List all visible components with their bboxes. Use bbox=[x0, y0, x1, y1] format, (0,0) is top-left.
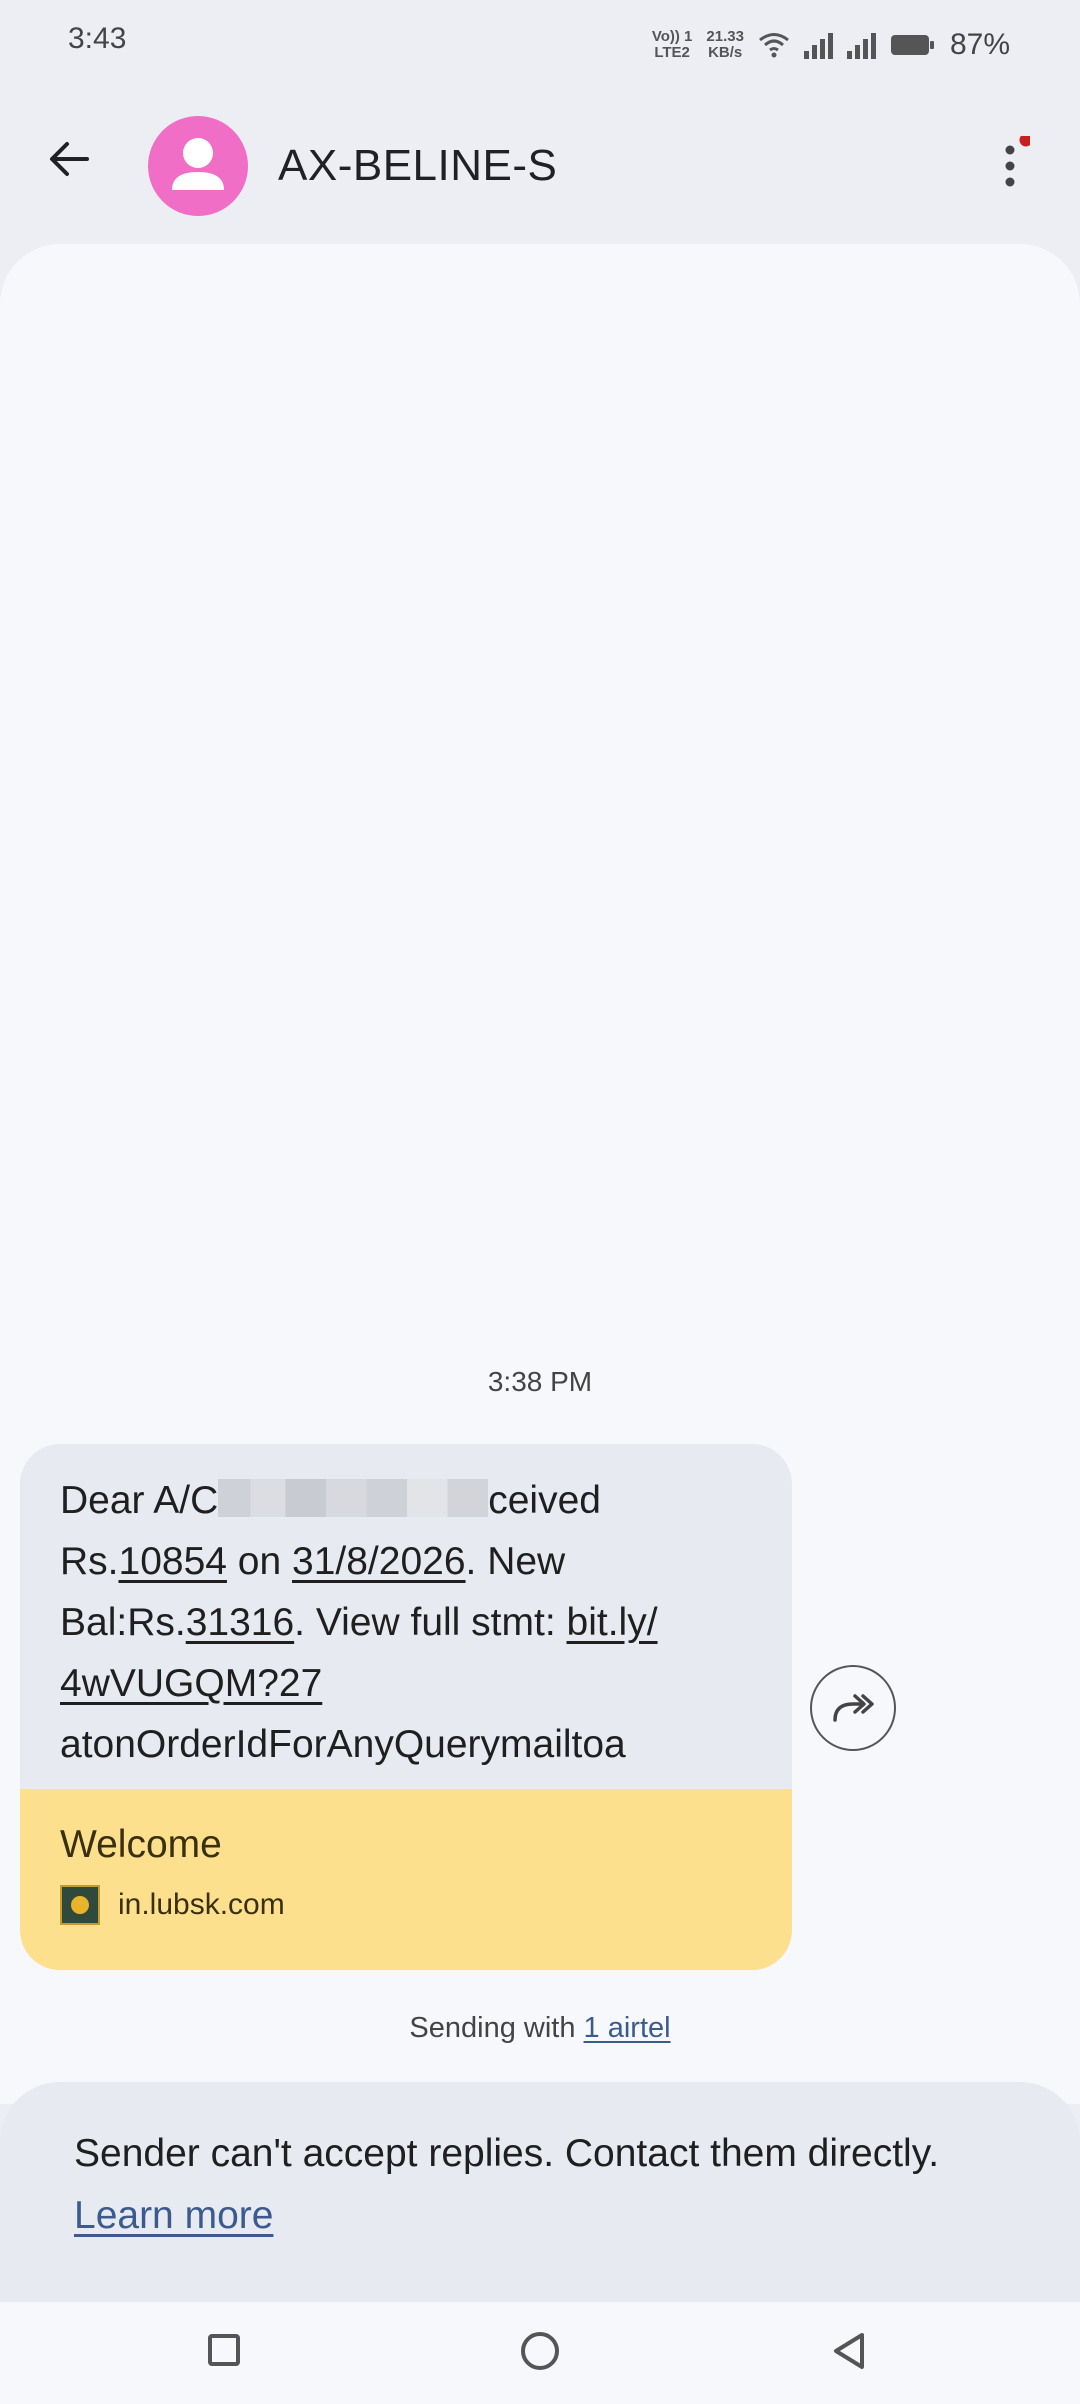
signal-sim2-icon bbox=[846, 31, 876, 59]
battery-percent: 87% bbox=[949, 28, 1010, 61]
on-text: on bbox=[226, 1540, 293, 1583]
message-text[interactable]: Dear A/C ceived Rs.10854 on 31/8/2026. Ne… bbox=[20, 1444, 792, 1769]
speed-value: 21.33 bbox=[706, 28, 744, 45]
message-line1-start: Dear A/C bbox=[60, 1479, 219, 1522]
bal-prefix: Bal:Rs. bbox=[60, 1601, 186, 1644]
amount-link[interactable]: 10854 bbox=[119, 1540, 227, 1583]
back-button[interactable] bbox=[40, 130, 98, 188]
battery-icon bbox=[890, 35, 934, 55]
arrow-back-icon bbox=[50, 142, 89, 176]
nav-back-button[interactable] bbox=[828, 2330, 870, 2372]
redacted-account bbox=[218, 1479, 489, 1517]
status-time: 3:43 bbox=[68, 22, 127, 55]
signal-sim1-icon bbox=[803, 31, 833, 59]
sending-with: Sending with 1 airtel bbox=[0, 2012, 1080, 2045]
learn-more-link[interactable]: Learn more bbox=[74, 2194, 273, 2238]
reply-notice-text: Sender can't accept replies. Contact the… bbox=[74, 2132, 940, 2175]
preview-domain: in.lubsk.com bbox=[118, 1888, 285, 1921]
new-text: . New bbox=[465, 1540, 566, 1583]
rs-prefix: Rs. bbox=[60, 1540, 119, 1583]
forward-button[interactable] bbox=[810, 1665, 896, 1751]
avatar[interactable] bbox=[148, 116, 248, 216]
statement-link-cont[interactable]: 4wVUGQM?27 bbox=[60, 1662, 322, 1705]
view-stmt-text: . View full stmt: bbox=[294, 1601, 567, 1644]
message-line5: atonOrderIdForAnyQuerymailtoa bbox=[60, 1723, 626, 1766]
sim-selector-link[interactable]: 1 airtel bbox=[584, 2012, 671, 2044]
status-icons: Vo)) 1 LTE2 21.33 KB/s 87% bbox=[652, 22, 1080, 68]
more-options-button[interactable] bbox=[990, 133, 1033, 200]
message-timestamp: 3:38 PM bbox=[487, 1366, 593, 1397]
message-bubble[interactable]: Dear A/C ceived Rs.10854 on 31/8/2026. Ne… bbox=[20, 1444, 792, 1970]
balance-link[interactable]: 31316 bbox=[186, 1601, 294, 1644]
reply-notice-panel bbox=[0, 2082, 1080, 2302]
network-speed: 21.33 KB/s bbox=[706, 29, 744, 61]
network-lte: LTE2 bbox=[654, 44, 690, 61]
date-link[interactable]: 31/8/2026 bbox=[292, 1540, 466, 1583]
triangle-back-icon bbox=[834, 2333, 864, 2369]
network-type: Vo)) 1 LTE2 bbox=[652, 29, 693, 61]
person-icon bbox=[172, 138, 224, 190]
recents-button[interactable] bbox=[208, 2334, 240, 2366]
forward-icon bbox=[833, 1694, 874, 1722]
contact-name: AX-BELINE-S bbox=[278, 141, 558, 190]
more-vert-icon bbox=[1005, 133, 1033, 187]
sending-with-label: Sending with bbox=[409, 2012, 584, 2044]
link-preview[interactable]: Welcome in.lubsk.com bbox=[20, 1789, 792, 1970]
home-button[interactable] bbox=[521, 2332, 559, 2370]
statement-link[interactable]: bit.ly/ bbox=[567, 1601, 658, 1644]
speed-unit: KB/s bbox=[708, 44, 743, 61]
network-volte: Vo)) 1 bbox=[651, 28, 693, 45]
site-favicon-icon bbox=[60, 1885, 100, 1925]
preview-title: Welcome bbox=[60, 1823, 222, 1866]
wifi-icon bbox=[759, 33, 789, 58]
message-line1-end: ceived bbox=[488, 1479, 601, 1522]
notification-dot bbox=[1019, 133, 1033, 147]
